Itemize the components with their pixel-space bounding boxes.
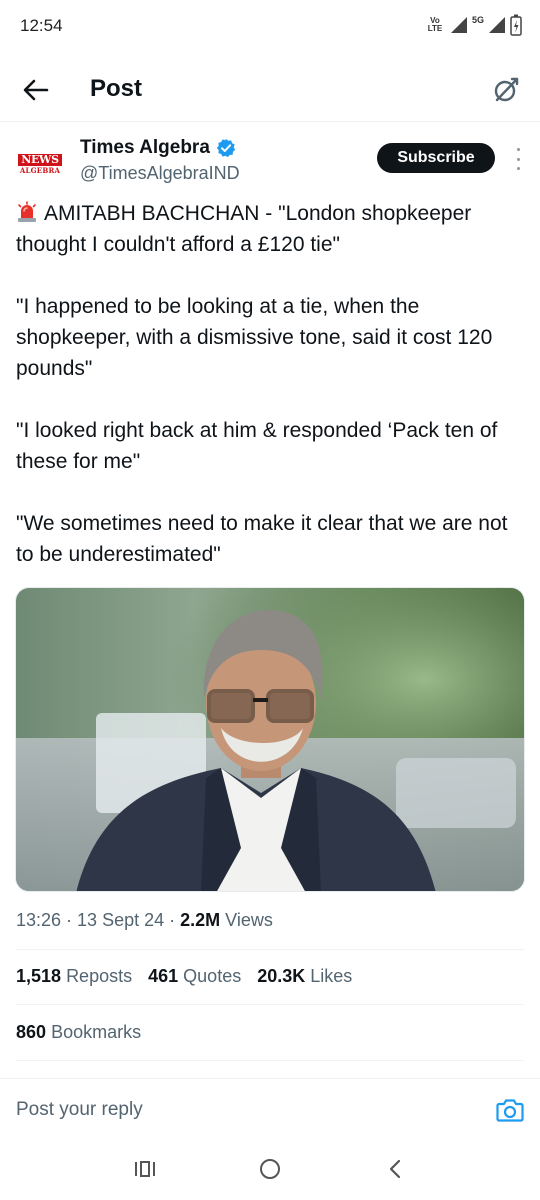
views-label: Views <box>225 910 273 930</box>
quotes-stat[interactable]: 461 Quotes <box>148 966 241 987</box>
post-photo <box>16 588 524 891</box>
reply-input[interactable]: Post your reply <box>16 1099 143 1121</box>
divider <box>16 949 524 950</box>
avatar-logo-news: NEWS <box>18 153 62 166</box>
post-paragraph-1-text: AMITABH BACHCHAN - "London shopkeeper th… <box>16 202 472 256</box>
recents-button[interactable] <box>130 1156 160 1182</box>
bookmarks-stat[interactable]: 860 Bookmarks <box>16 1022 141 1043</box>
avatar-logo-algebra: ALGEBRA <box>19 165 61 175</box>
post-paragraph-2: "I happened to be looking at a tie, when… <box>16 295 493 380</box>
app-header: Post <box>0 60 540 120</box>
author-handle[interactable]: @TimesAlgebraIND <box>80 163 240 184</box>
post-meta: 13:26 · 13 Sept 24 · 2.2M Views <box>16 910 273 930</box>
more-options-button[interactable] <box>512 148 524 170</box>
camera-icon[interactable] <box>496 1097 524 1123</box>
quotes-label: Quotes <box>183 966 242 986</box>
home-icon <box>260 1159 280 1179</box>
volte-indicator: Vo LTE <box>427 16 443 33</box>
more-dot-icon <box>516 167 520 170</box>
recents-icon <box>135 1161 155 1177</box>
likes-stat[interactable]: 20.3K Likes <box>257 966 352 987</box>
bookmarks-label: Bookmarks <box>51 1022 142 1042</box>
grok-icon <box>494 77 519 102</box>
more-dot-icon <box>516 157 520 161</box>
more-dot-icon <box>516 148 520 151</box>
network-type: 5G <box>471 15 484 25</box>
reposts-label: Reposts <box>66 966 133 986</box>
home-button[interactable] <box>255 1156 285 1182</box>
post-text: AMITABH BACHCHAN - "London shopkeeper th… <box>16 198 526 601</box>
battery-icon <box>510 14 522 36</box>
signal-icon-2 <box>489 17 505 33</box>
status-bar: 12:54 Vo LTE 5G <box>0 0 540 52</box>
engagement-stats: 1,518 Reposts 461 Quotes 20.3K Likes <box>16 966 352 987</box>
back-button[interactable] <box>18 74 54 106</box>
author-row: NEWS ALGEBRA Times Algebra @TimesAlgebra… <box>0 132 540 192</box>
page-title: Post <box>90 75 143 102</box>
reposts-count: 1,518 <box>16 966 62 986</box>
likes-count: 20.3K <box>257 966 306 986</box>
system-nav-bar <box>0 1140 540 1200</box>
status-icons: Vo LTE 5G <box>424 14 522 36</box>
arrow-left-icon <box>23 79 49 101</box>
bookmarks-count: 860 <box>16 1022 47 1042</box>
chevron-left-icon <box>389 1159 401 1179</box>
grok-button[interactable] <box>488 72 524 108</box>
author-name[interactable]: Times Algebra <box>80 137 236 159</box>
divider <box>16 1060 524 1061</box>
post-image[interactable] <box>15 587 525 892</box>
post-date: 13 Sept 24 <box>77 910 165 930</box>
avatar[interactable]: NEWS ALGEBRA <box>16 140 64 188</box>
divider <box>16 1004 524 1005</box>
status-time: 12:54 <box>20 16 63 35</box>
views-count: 2.2M <box>180 910 221 930</box>
post-paragraph-1: AMITABH BACHCHAN - "London shopkeeper th… <box>16 198 526 260</box>
subscribe-button[interactable]: Subscribe <box>377 143 495 173</box>
likes-label: Likes <box>310 966 353 986</box>
post-time: 13:26 <box>16 910 62 930</box>
verified-badge-icon <box>216 138 235 158</box>
author-name-text: Times Algebra <box>80 137 210 158</box>
quotes-count: 461 <box>148 966 179 986</box>
siren-emoji-icon <box>18 201 36 222</box>
reposts-stat[interactable]: 1,518 Reposts <box>16 966 132 987</box>
post-paragraph-3: "I looked right back at him & responded … <box>16 419 498 473</box>
post-paragraph-4: "We sometimes need to make it clear that… <box>16 512 508 566</box>
header-divider <box>0 121 540 122</box>
reply-bar: Post your reply <box>0 1078 540 1136</box>
system-back-button[interactable] <box>380 1156 410 1182</box>
signal-icon <box>450 17 467 33</box>
